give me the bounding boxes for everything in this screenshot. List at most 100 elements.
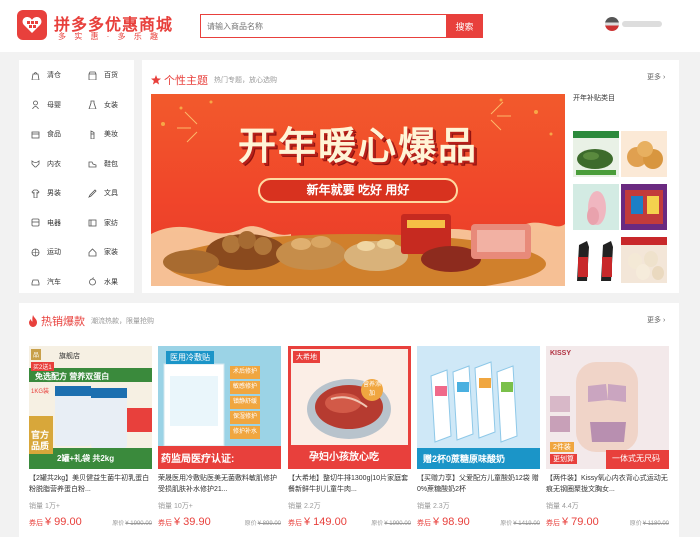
banner-subtitle: 新年就要 吃好 用好	[258, 178, 458, 203]
search-button[interactable]: 搜索	[446, 14, 483, 38]
side-thumb-5[interactable]	[573, 237, 619, 283]
product-sales: 销量 2.3万	[417, 503, 450, 510]
theme-more-link[interactable]: 更多 ›	[647, 72, 665, 82]
avatar[interactable]	[605, 17, 619, 31]
category-label: 美妆	[104, 131, 118, 138]
appliance-icon	[31, 218, 40, 227]
hot-more-link[interactable]: 更多 ›	[647, 315, 665, 325]
category-underwear[interactable]: 内衣	[31, 157, 61, 171]
category-label: 清仓	[47, 72, 61, 79]
product-sales: 销量 1万+	[29, 503, 60, 510]
product-price: ¥ 79.00	[562, 516, 599, 528]
product-title[interactable]: 【买赠力享】父爱配方儿童酸奶12袋 赠0%蔗糖酸奶2杯	[417, 473, 540, 495]
category-label: 鞋包	[104, 160, 118, 168]
category-label: 男装	[47, 190, 61, 197]
category-label: 家装	[104, 249, 118, 256]
side-thumb-1[interactable]	[573, 131, 619, 177]
category-pen[interactable]: 文具	[88, 186, 118, 200]
lipstick-icon	[90, 129, 95, 139]
theme-section: 个性主题 热门专题，放心选购 更多 › 开年暖心爆品 新年就要 吃好 用好 开年…	[142, 60, 679, 293]
category-ball[interactable]: 运动	[31, 245, 61, 259]
category-label: 汽车	[47, 278, 61, 286]
theme-subtitle: 热门专题，放心选购	[214, 77, 277, 84]
heart-grid-icon[interactable]	[17, 10, 47, 40]
dress-icon	[88, 100, 97, 109]
category-label: 女装	[104, 101, 118, 109]
pen-icon	[88, 188, 97, 198]
category-label: 百货	[104, 72, 118, 79]
category-home[interactable]: 家装	[88, 245, 118, 259]
category-store[interactable]: 百货	[88, 68, 118, 82]
product-sales: 销量 10万+	[158, 503, 193, 510]
category-fruit[interactable]: 水果	[88, 275, 118, 289]
car-icon	[31, 279, 40, 286]
category-label: 内衣	[47, 160, 61, 168]
product-sales: 销量 4.4万	[546, 503, 579, 510]
search-input[interactable]	[200, 14, 447, 38]
product-price: ¥ 99.00	[45, 516, 82, 528]
product-orig-price: ¥ 1990.00	[125, 521, 152, 527]
product-orig-price: ¥ 899.00	[257, 521, 281, 527]
side-thumb-4[interactable]	[621, 184, 667, 230]
category-car[interactable]: 汽车	[31, 275, 61, 289]
category-appliance[interactable]: 电器	[31, 216, 61, 230]
category-label: 文具	[104, 190, 118, 197]
hot-subtitle: 潮流热款，限量抢购	[91, 318, 154, 325]
category-baby[interactable]: 母婴	[31, 98, 61, 112]
theme-header: 个性主题 热门专题，放心选购	[151, 72, 277, 88]
fruit-icon	[89, 277, 96, 286]
site-slogan: 多 实 惠 · 多 乐 趣	[58, 32, 161, 41]
category-shoe[interactable]: 鞋包	[88, 157, 118, 171]
product-title[interactable]: 【2罐共2kg】美贝健益生菌牛初乳蛋白粉脱脂营养蛋白粉...	[29, 473, 152, 495]
top-header: 拼多多优惠商城 多 实 惠 · 多 乐 趣 搜索	[0, 0, 700, 52]
theme-title: 个性主题	[164, 75, 208, 87]
bedding-icon	[88, 219, 97, 227]
category-label: 母婴	[47, 101, 61, 109]
product-orig-price: ¥ 1180.00	[642, 521, 669, 527]
product-orig-price: ¥ 1419.00	[513, 521, 540, 527]
category-dress[interactable]: 女装	[88, 98, 118, 112]
hot-sales-section: 热销爆款 潮流热款，限量抢购 更多 › 品 旗舰店 买2送1 1KG装 免选配方…	[19, 303, 679, 537]
underwear-icon	[31, 160, 40, 168]
product-image[interactable]: 赠2杯0蔗糖原味酸奶	[417, 346, 540, 469]
category-food[interactable]: 食品	[31, 127, 61, 141]
hot-title: 热销爆款	[41, 316, 85, 328]
side-thumb-3[interactable]	[573, 184, 619, 230]
category-label: 运动	[47, 249, 61, 256]
category-bag[interactable]: 清仓	[31, 68, 61, 82]
side-title: 开年补贴类目	[573, 95, 615, 102]
category-shirt[interactable]: 男装	[31, 186, 61, 200]
price-row: 券后 ¥ 98.90 原价 ¥ 1419.00	[417, 516, 540, 528]
shoe-icon	[88, 161, 97, 168]
side-thumb-6[interactable]	[621, 237, 667, 283]
user-name-blurred[interactable]	[622, 21, 662, 27]
fire-icon	[29, 315, 37, 327]
category-bedding[interactable]: 家纺	[88, 216, 118, 230]
category-label: 水果	[104, 278, 118, 286]
baby-icon	[32, 100, 39, 109]
hot-header: 热销爆款 潮流热款，限量抢购	[28, 313, 154, 329]
theme-banner[interactable]: 开年暖心爆品 新年就要 吃好 用好	[151, 94, 565, 286]
product-image[interactable]: KISSY 2件装 更划算 一体式无尺码	[546, 346, 669, 469]
price-row: 券后 ¥ 79.00 原价 ¥ 1180.00	[546, 516, 669, 528]
side-thumb-2[interactable]	[621, 131, 667, 177]
product-title[interactable]: 【两件装】Kissy氧心内衣背心式运动无痕无钢圈聚拢文胸女...	[546, 473, 669, 495]
product-title[interactable]: 【大希地】整切牛排1300g|10片家庭套餐新鲜牛扒儿童牛肉...	[288, 473, 411, 495]
category-sidebar: 清仓 百货母婴 女装食品 美妆内衣 鞋包男装 文具电器 家纺运动 家装汽车 水果	[19, 60, 134, 293]
price-row: 券后 ¥ 39.90 原价 ¥ 899.00	[158, 516, 281, 528]
product-orig-price: ¥ 1990.00	[384, 521, 411, 527]
category-label: 家纺	[104, 219, 118, 227]
home-icon	[88, 247, 97, 256]
shirt-icon	[31, 189, 40, 198]
product-title[interactable]: 荣晟医用冷敷贴医美无菌敷料敏肌修护受损肌肤补水修护21...	[158, 473, 281, 495]
ball-icon	[31, 248, 40, 256]
price-row: 券后 ¥ 99.00 原价 ¥ 1990.00	[29, 516, 152, 528]
product-image[interactable]: 医用冷敷贴 术后修护 敏感修护 镇静舒缓 保湿修护 修护补水 药监局医疗认证:	[158, 346, 281, 469]
product-image[interactable]: 大希地 营养添加 孕妇小孩放心吃	[288, 346, 411, 469]
product-sales: 销量 2.2万	[288, 503, 321, 510]
category-label: 食品	[47, 131, 61, 138]
category-lipstick[interactable]: 美妆	[88, 127, 118, 141]
product-image[interactable]: 品 旗舰店 买2送1 1KG装 免选配方 营养双蛋白 官方 品质 2罐+礼袋 共…	[29, 346, 152, 469]
star-icon	[151, 75, 161, 85]
store-icon	[88, 71, 97, 80]
